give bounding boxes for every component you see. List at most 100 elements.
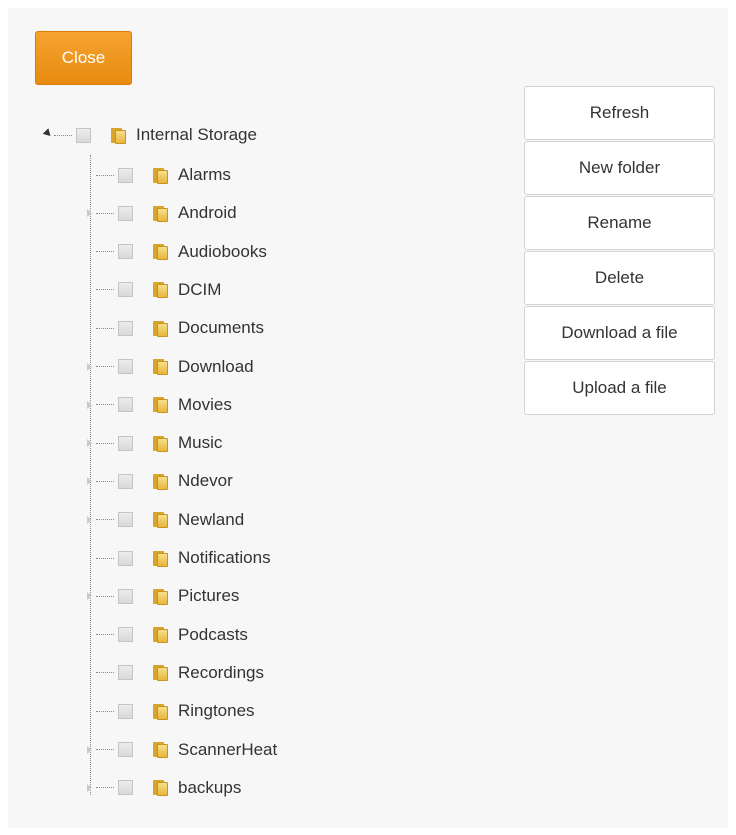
tree-connector <box>54 134 72 136</box>
folder-icon <box>152 281 168 299</box>
node-checkbox[interactable] <box>118 397 133 413</box>
tree-connector <box>96 480 114 482</box>
node-checkbox[interactable] <box>118 435 133 451</box>
rename-button[interactable]: Rename <box>524 196 715 250</box>
node-checkbox[interactable] <box>118 320 133 336</box>
node-label[interactable]: Pictures <box>178 586 239 606</box>
tree-node[interactable]: Audiobooks <box>86 240 267 264</box>
node-label[interactable]: Recordings <box>178 663 264 683</box>
node-label[interactable]: Newland <box>178 510 244 530</box>
node-label[interactable]: Ndevor <box>178 471 233 491</box>
expanded-arrow-icon[interactable] <box>44 129 54 141</box>
delete-button[interactable]: Delete <box>524 251 715 305</box>
tree-node[interactable]: Documents <box>86 316 264 340</box>
collapsed-arrow-icon[interactable] <box>86 207 96 219</box>
folder-icon <box>152 779 168 797</box>
node-checkbox[interactable] <box>118 359 133 374</box>
tree-node[interactable]: Ringtones <box>86 699 255 723</box>
node-label[interactable]: backups <box>178 778 241 798</box>
node-checkbox[interactable] <box>118 742 133 757</box>
node-label[interactable]: Notifications <box>178 548 271 568</box>
tree-leaf-marker <box>86 629 96 641</box>
node-checkbox[interactable] <box>118 244 133 260</box>
node-label[interactable]: DCIM <box>178 280 221 300</box>
tree-connector <box>96 327 114 329</box>
node-checkbox[interactable] <box>118 512 133 528</box>
folder-icon <box>152 741 168 758</box>
node-label[interactable]: Ringtones <box>178 701 255 721</box>
tree-node[interactable]: Android <box>86 201 237 225</box>
node-checkbox[interactable] <box>118 780 133 796</box>
folder-icon <box>152 664 168 682</box>
collapsed-arrow-icon[interactable] <box>86 590 96 602</box>
node-checkbox[interactable] <box>118 550 133 566</box>
folder-icon <box>152 511 168 529</box>
tree-leaf-marker <box>86 322 96 334</box>
node-checkbox[interactable] <box>118 282 133 298</box>
collapsed-arrow-icon[interactable] <box>86 782 96 794</box>
node-label[interactable]: Download <box>178 357 254 377</box>
tree-node[interactable]: Ndevor <box>86 469 233 493</box>
folder-icon <box>152 205 168 222</box>
node-label[interactable]: Music <box>178 433 222 453</box>
node-checkbox[interactable] <box>118 665 133 681</box>
folder-icon <box>152 435 168 452</box>
node-checkbox[interactable] <box>118 588 133 604</box>
node-label[interactable]: Internal Storage <box>136 125 257 145</box>
refresh-button[interactable]: Refresh <box>524 86 715 140</box>
tree-connector <box>96 787 114 789</box>
tree-node[interactable]: Pictures <box>86 584 239 608</box>
collapsed-arrow-icon[interactable] <box>86 361 96 373</box>
tree-connector <box>96 289 114 291</box>
node-label[interactable]: Android <box>178 203 237 223</box>
tree-node-internal-storage[interactable]: Internal Storage <box>44 123 257 147</box>
tree-node[interactable]: Podcasts <box>86 623 248 647</box>
tree-connector <box>96 749 114 750</box>
node-checkbox[interactable] <box>118 473 133 489</box>
node-label[interactable]: Movies <box>178 395 232 415</box>
collapsed-arrow-icon[interactable] <box>86 744 96 756</box>
download-file-button[interactable]: Download a file <box>524 306 715 360</box>
tree-node[interactable]: Download <box>86 355 254 379</box>
tree-node[interactable]: Recordings <box>86 661 264 685</box>
upload-file-button[interactable]: Upload a file <box>524 361 715 415</box>
node-label[interactable]: Audiobooks <box>178 242 267 262</box>
tree-leaf-marker <box>86 705 96 717</box>
node-label[interactable]: Alarms <box>178 165 231 185</box>
tree-leaf-marker <box>86 284 96 296</box>
folder-icon <box>152 243 168 261</box>
tree-node[interactable]: Music <box>86 431 222 455</box>
folder-icon <box>152 588 168 605</box>
tree-node[interactable]: Newland <box>86 508 244 532</box>
tree-node[interactable]: Movies <box>86 393 232 417</box>
tree-node[interactable]: backups <box>86 776 241 800</box>
node-label[interactable]: Podcasts <box>178 625 248 645</box>
node-checkbox[interactable] <box>118 167 133 183</box>
tree-leaf-marker <box>86 667 96 679</box>
tree-connector <box>96 442 114 444</box>
folder-icon <box>152 703 168 720</box>
folder-icon <box>152 167 168 184</box>
collapsed-arrow-icon[interactable] <box>86 437 96 449</box>
new-folder-button[interactable]: New folder <box>524 141 715 195</box>
node-label[interactable]: Documents <box>178 318 264 338</box>
tree-node[interactable]: DCIM <box>86 278 221 302</box>
collapsed-arrow-icon[interactable] <box>86 475 96 487</box>
node-checkbox[interactable] <box>118 205 133 221</box>
collapsed-arrow-icon[interactable] <box>86 514 96 526</box>
folder-icon <box>152 626 168 644</box>
collapsed-arrow-icon[interactable] <box>86 399 96 411</box>
node-checkbox[interactable] <box>118 627 133 643</box>
node-checkbox[interactable] <box>118 703 133 719</box>
tree-node[interactable]: Notifications <box>86 546 271 570</box>
tree-leaf-marker <box>86 246 96 258</box>
tree-node[interactable]: Alarms <box>86 163 231 187</box>
tree-connector <box>96 557 114 559</box>
tree-connector <box>96 212 114 214</box>
node-label[interactable]: ScannerHeat <box>178 740 277 760</box>
node-checkbox[interactable] <box>76 127 91 143</box>
tree-connector <box>96 251 114 253</box>
folder-icon <box>152 358 168 375</box>
tree-connector <box>96 519 114 521</box>
tree-node[interactable]: ScannerHeat <box>86 738 277 762</box>
